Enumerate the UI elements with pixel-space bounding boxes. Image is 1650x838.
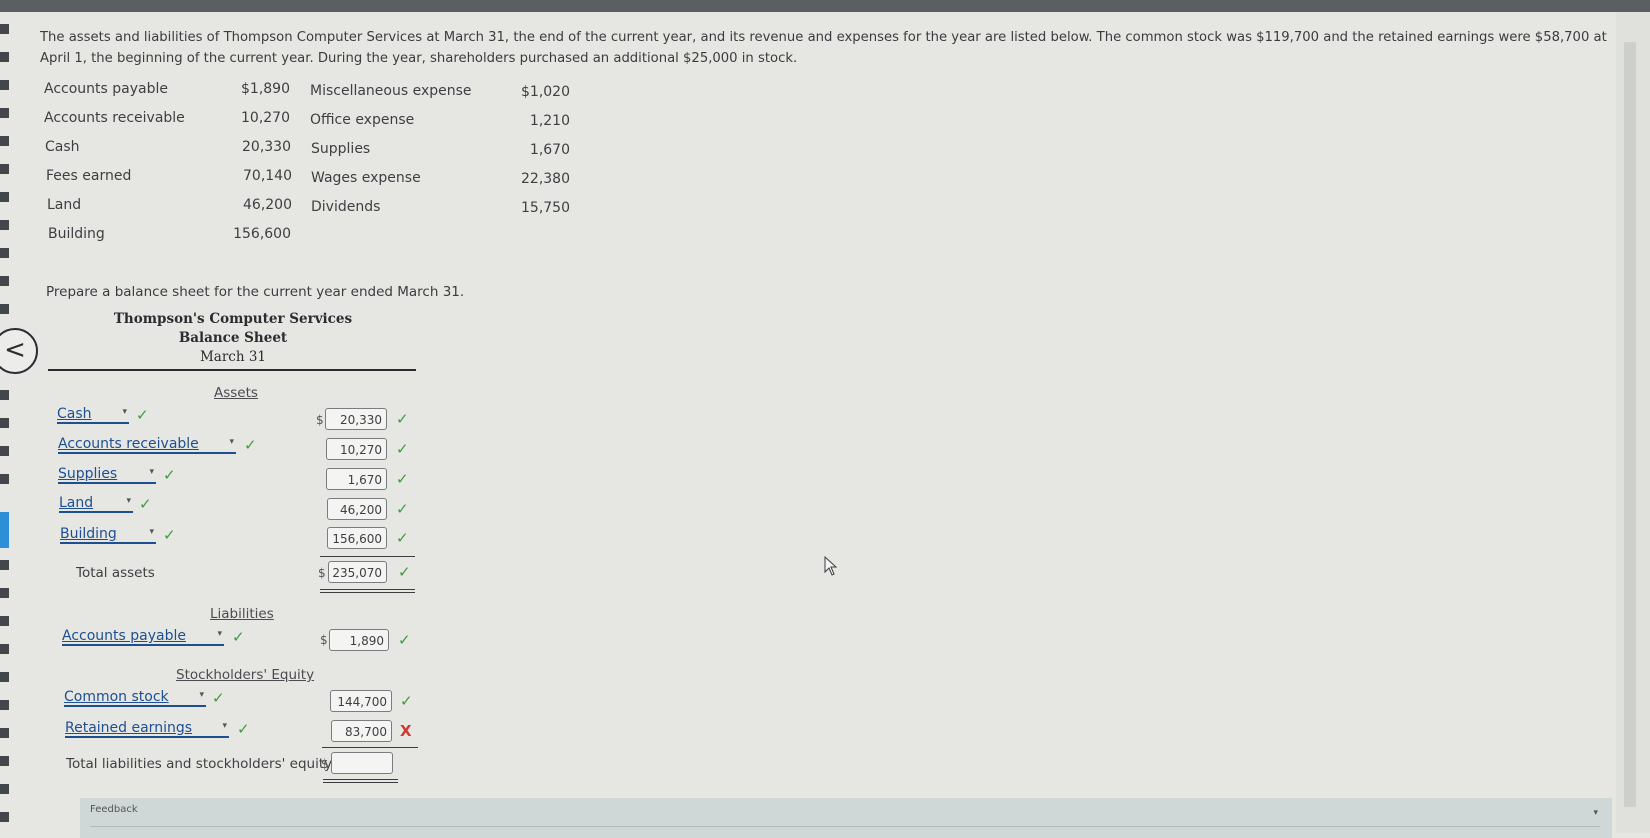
dollar-sign: $ [318,566,326,580]
check-icon: ✓ [232,628,245,646]
feedback-divider [90,826,1600,827]
list-value: 70,140 [243,168,292,184]
check-icon: ✓ [396,500,409,518]
check-icon: ✓ [396,470,409,488]
left-edge-strip [0,12,10,833]
check-icon: ✓ [139,495,152,513]
asset-account-select[interactable]: Cash ▾ [57,406,129,424]
check-icon: ✓ [396,410,409,428]
list-label: Fees earned [46,168,132,184]
check-icon: ✓ [244,436,257,454]
check-icon: ✓ [163,526,176,544]
total-le-input[interactable] [331,752,393,774]
chevron-down-icon: ▾ [126,496,131,506]
chevron-down-icon: ▾ [149,527,154,537]
chevron-down-icon: ▾ [199,690,204,700]
check-icon: ✓ [398,631,411,649]
equity-amount-input[interactable]: 83,700 [331,720,392,742]
list-value: 1,210 [529,113,570,129]
list-label: Supplies [311,141,371,157]
chevron-down-icon: ▾ [122,407,127,417]
equity-amount-input[interactable]: 144,700 [330,690,392,712]
list-label: Land [47,197,82,213]
instruction-text: Prepare a balance sheet for the current … [46,284,465,300]
subtotal-rule [322,747,418,748]
asset-amount-input[interactable]: 46,200 [327,498,387,520]
list-label: Building [48,226,105,242]
asset-amount-input[interactable]: 10,270 [326,438,387,460]
check-icon: ✓ [163,466,176,484]
mouse-cursor-icon [824,556,838,576]
feedback-panel[interactable]: Feedback ▾ [80,798,1612,838]
list-value: 15,750 [521,200,570,216]
asset-amount-input[interactable]: 156,600 [327,527,387,549]
chevron-down-icon: ▾ [217,629,222,639]
asset-amount-input[interactable]: 1,670 [326,468,387,490]
double-rule [320,592,415,593]
list-value: 46,200 [243,197,292,213]
assets-heading: Assets [214,385,258,401]
chevron-down-icon: ▾ [222,721,227,731]
check-icon: ✓ [396,440,409,458]
check-icon: ✓ [396,529,409,547]
list-value: 10,270 [241,110,290,126]
list-value: $1,020 [521,84,570,100]
chevron-down-icon: ▾ [229,437,234,447]
list-value: 156,600 [233,226,291,242]
check-icon: ✓ [136,406,149,424]
subtotal-rule [320,556,415,557]
list-label: Wages expense [311,170,421,186]
list-label: Office expense [310,112,415,128]
back-arrow-button[interactable]: < [0,328,38,374]
chevron-down-icon: ▾ [1593,808,1598,818]
double-rule [320,589,415,590]
equity-account-select[interactable]: Common stock ▾ [64,689,206,707]
asset-amount-input[interactable]: 20,330 [325,408,387,430]
dollar-sign: $ [320,633,328,647]
dollar-sign: $ [316,413,324,427]
chevron-down-icon: ▾ [149,467,154,477]
scrollbar[interactable] [1616,12,1650,833]
cross-icon: X [400,722,412,740]
list-label: Miscellaneous expense [310,83,472,99]
total-assets-input[interactable]: 235,070 [328,561,387,583]
list-label: Dividends [311,199,381,215]
company-name: Thompson's Computer Services [113,311,353,327]
list-label: Cash [45,139,80,155]
check-icon: ✓ [398,563,411,581]
equity-heading: Stockholders' Equity [176,667,315,683]
check-icon: ✓ [237,720,250,738]
asset-account-select[interactable]: Land ▾ [59,495,133,513]
list-value: 1,670 [529,142,570,158]
statement-title: Balance Sheet [178,330,288,346]
feedback-label: Feedback [90,804,138,815]
top-bar [0,0,1650,12]
double-rule [323,782,398,783]
problem-text: The assets and liabilities of Thompson C… [40,30,1607,66]
total-le-label: Total liabilities and stockholders' equi… [66,756,333,772]
list-label: Accounts receivable [44,110,185,126]
asset-account-select[interactable]: Building ▾ [60,526,156,544]
liability-account-select[interactable]: Accounts payable ▾ [62,628,224,646]
list-value: $1,890 [241,81,290,97]
check-icon: ✓ [212,689,225,707]
double-rule [323,779,398,780]
asset-account-select[interactable]: Accounts receivable ▾ [58,436,236,454]
list-label: Accounts payable [44,81,168,97]
dollar-sign: $ [321,757,329,771]
list-value: 22,380 [521,171,570,187]
asset-account-select[interactable]: Supplies ▾ [58,466,156,484]
chevron-left-icon: < [4,335,26,365]
statement-date: March 31 [199,349,267,365]
liabilities-heading: Liabilities [210,606,274,622]
total-assets-label: Total assets [76,565,155,581]
header-divider [48,369,416,371]
equity-account-select[interactable]: Retained earnings ▾ [65,720,229,738]
list-value: 20,330 [242,139,291,155]
liability-amount-input[interactable]: 1,890 [329,629,389,651]
scrollbar-thumb[interactable] [1624,42,1636,807]
check-icon: ✓ [400,692,413,710]
